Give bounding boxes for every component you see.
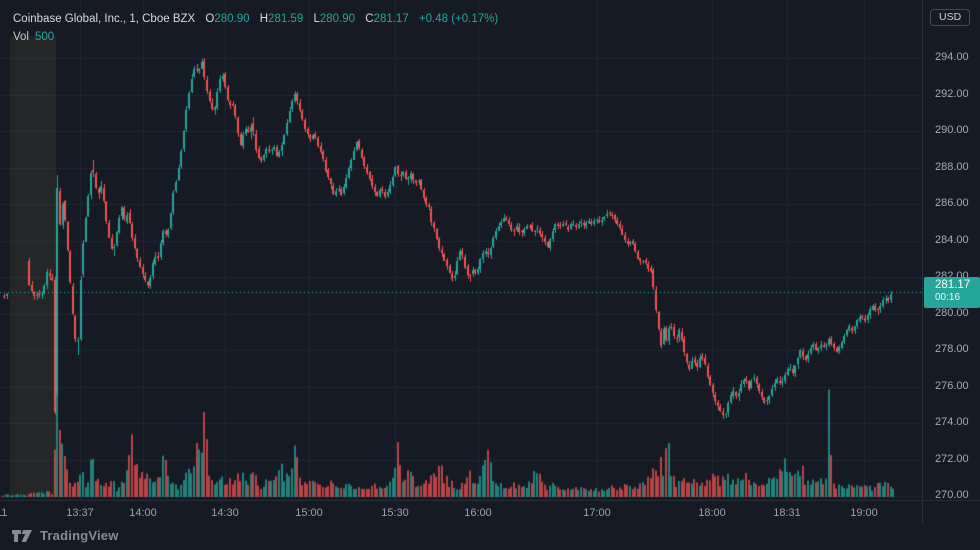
- last-price-value: 281.17: [935, 279, 971, 291]
- price-tick-label: 286.00: [935, 197, 969, 209]
- price-tick-label: 280.00: [935, 306, 969, 319]
- tradingview-logo-icon: [12, 529, 32, 542]
- close-label: C: [365, 13, 374, 25]
- time-tick-label: 19:00: [850, 507, 878, 519]
- price-tick-label: 294.00: [935, 51, 969, 63]
- change-value: +0.48 (+0.17%): [418, 13, 499, 25]
- low-value: 280.90: [319, 13, 356, 25]
- time-tick-label: 11: [0, 507, 8, 519]
- currency-toggle-button[interactable]: USD: [930, 9, 971, 26]
- time-axis[interactable]: 11 13:37 14:00 14:30 15:00 15:30 16:00 17:00 18:…: [0, 500, 980, 525]
- price-tick-label: 278.00: [935, 343, 969, 355]
- legend-row-symbol[interactable]: Coinbase Global, Inc., 1, Cboe BZX O280.…: [13, 12, 498, 27]
- close-value: 281.17: [373, 13, 409, 25]
- price-chart-canvas[interactable]: [0, 0, 922, 500]
- volume-value: 500: [35, 31, 55, 43]
- bar-countdown: 00:16: [935, 292, 961, 303]
- chart-legend: Coinbase Global, Inc., 1, Cboe BZX O280.…: [13, 12, 498, 45]
- symbol-title: Coinbase Global, Inc., 1, Cboe BZX: [13, 13, 196, 25]
- time-tick-label: 18:00: [698, 507, 726, 519]
- time-tick-label: 16:00: [464, 507, 492, 519]
- open-value: 280.90: [214, 13, 250, 25]
- tradingview-logo-text: TradingView: [40, 528, 119, 543]
- price-tick-label: 284.00: [935, 233, 969, 246]
- time-tick-label: 18:31: [773, 507, 801, 519]
- time-tick-label: 13:37: [66, 507, 94, 519]
- time-tick-label: 15:30: [381, 507, 409, 519]
- price-axis[interactable]: USD 294.00 292.00 290.00 288.00 286.00 284.00…: [922, 0, 980, 524]
- volume-label: Vol: [13, 31, 29, 43]
- tradingview-logo[interactable]: TradingView: [11, 528, 119, 543]
- legend-row-volume[interactable]: Vol 500: [13, 30, 498, 45]
- open-label: O: [205, 13, 215, 25]
- high-label: H: [259, 13, 269, 25]
- time-tick-label: 15:00: [295, 507, 323, 519]
- last-price-badge: 281.17 00:16: [924, 277, 980, 308]
- price-tick-label: 290.00: [935, 124, 969, 136]
- high-value: 281.59: [268, 13, 304, 25]
- price-tick-label: 276.00: [935, 379, 969, 392]
- time-tick-label: 14:30: [211, 507, 239, 519]
- time-tick-label: 17:00: [583, 507, 611, 519]
- trading-chart-widget: Coinbase Global, Inc., 1, Cboe BZX O280.…: [0, 0, 980, 550]
- time-tick-label: 14:00: [129, 507, 157, 519]
- price-tick-label: 274.00: [935, 416, 969, 428]
- price-tick-label: 288.00: [935, 160, 969, 173]
- price-tick-label: 292.00: [935, 87, 969, 100]
- price-tick-label: 272.00: [935, 452, 969, 465]
